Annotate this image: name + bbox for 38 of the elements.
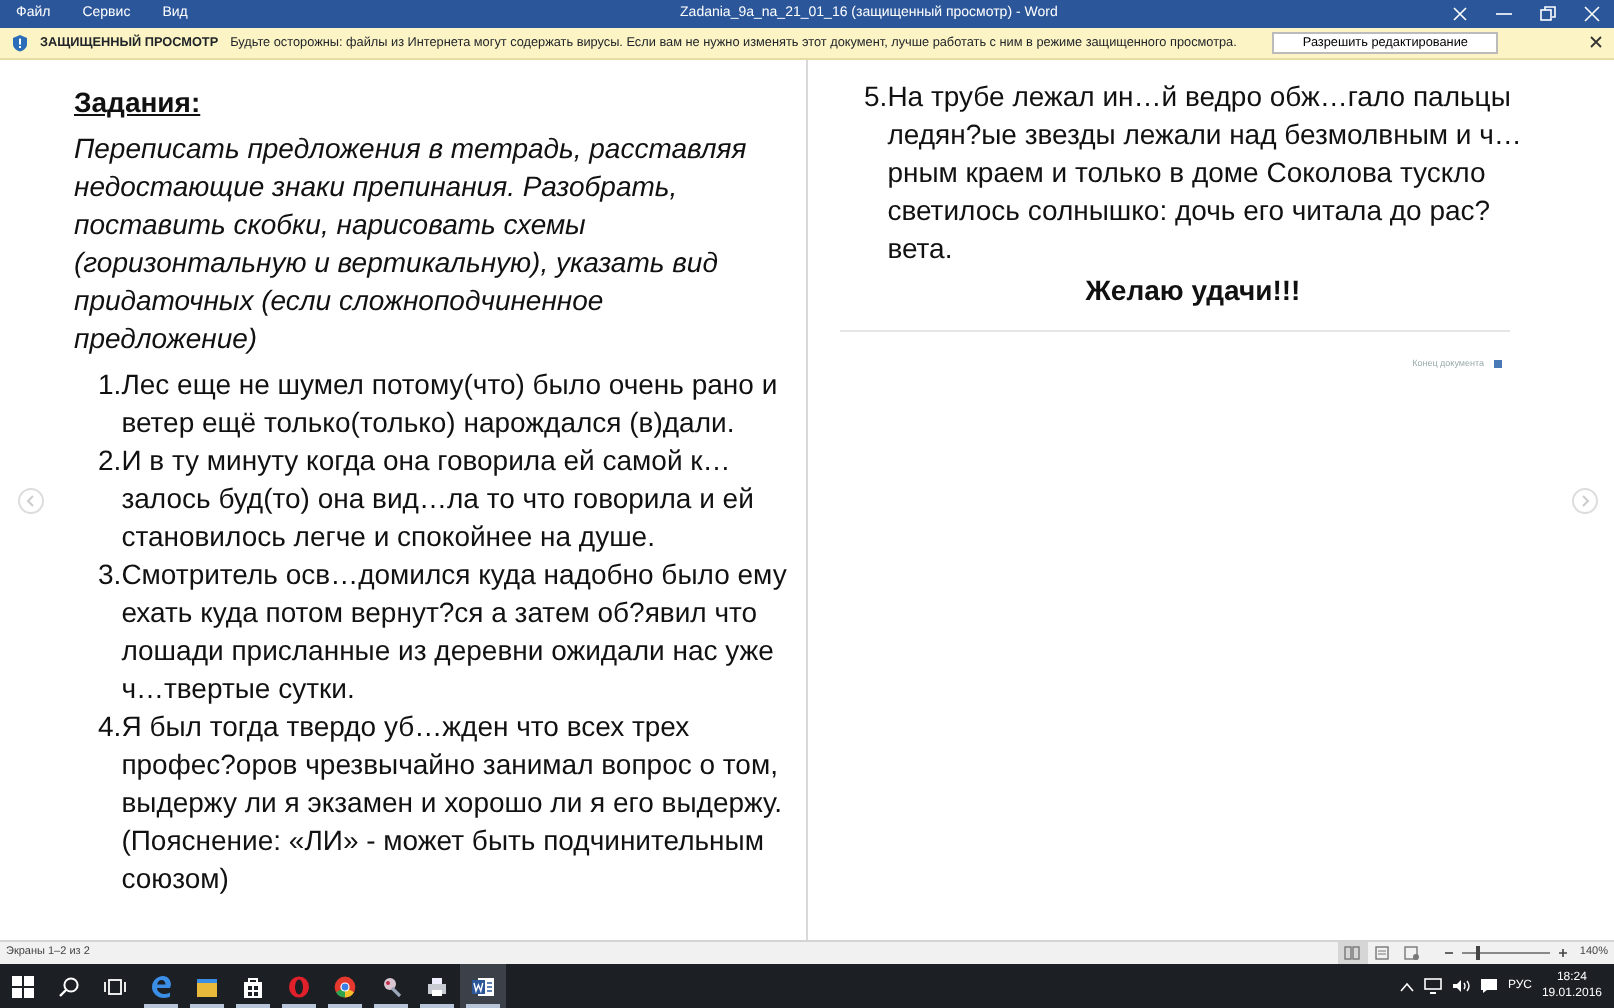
close-icon[interactable] (1590, 36, 1602, 48)
heading: Задания: (74, 84, 201, 122)
windows-start-icon[interactable] (12, 975, 34, 997)
folder-icon[interactable] (196, 975, 218, 997)
closing-text: Желаю удачи!!! (1083, 272, 1303, 310)
printer-icon[interactable] (426, 975, 448, 997)
list-number: 1. (98, 366, 122, 404)
task-view-icon[interactable] (104, 975, 126, 997)
zoom-slider-thumb[interactable] (1475, 946, 1480, 960)
sentence: Я был тогда твердо уб…жден что всех трех профес?оров чрезвычайно занимал вопрос о том, выдержу ли я экзамен и хорошо ли я его выдержу. (Пояснение: «ЛИ» - может быть подчинительным союзом) (121, 708, 785, 898)
print-view-icon (1374, 946, 1391, 960)
opera-browser-icon[interactable] (288, 975, 310, 997)
zoom-in-icon[interactable] (1557, 948, 1568, 958)
browser-icon[interactable] (334, 975, 356, 997)
list-number: 4. (98, 708, 122, 746)
search-icon[interactable] (58, 975, 80, 997)
sentence: На трубе лежал ин…й ведро обж…гало пальцы ледян?ые звезды лежали над безмолвным и ч…рным краем и только в доме Соколова тускло светилось солнышко: дочь его читала до рас?вета. (887, 78, 1522, 268)
read-view-button[interactable] (1337, 942, 1368, 964)
sentence: И в ту минуту когда она говорила ей самой к…залось буд(то) она вид…ла то что говорила и ей становилось легче и спокойнее на душе. (121, 442, 756, 556)
restore-icon[interactable] (1540, 6, 1556, 22)
list-number: 3. (98, 556, 122, 594)
notification-icon[interactable] (1479, 978, 1498, 994)
chevron-up-icon[interactable] (1399, 981, 1414, 991)
sentence: Лес еще не шумел потому(что) было очень рано и ветер ещё только(только) нарождался (в)дали. (121, 366, 780, 442)
word-icon[interactable] (472, 975, 494, 997)
app-icon[interactable] (380, 975, 402, 997)
volume-icon[interactable] (1451, 978, 1470, 994)
zoom-out-icon[interactable] (1443, 948, 1454, 958)
shopping-bag-icon[interactable] (242, 975, 264, 997)
web-view-icon (1404, 946, 1421, 960)
network-icon[interactable] (1423, 978, 1442, 994)
sentence: Смотритель осв…домился куда надобно было ему ехать куда потом вернут?ся а затем об?явил что лошади присланные из деревни ожидали нас уже ч…твертые сутки. (121, 556, 789, 708)
list-number: 2. (98, 442, 122, 480)
shield-icon (12, 34, 28, 52)
read-view-icon (1344, 946, 1361, 960)
instructions-paragraph: Переписать предложения в тетрадь, расставляя недостающие знаки препинания. Разобрать, поставить скобки, нарисовать схемы (горизонтальную и вертикальную), указать вид придаточных (если сложноподчиненное предложение) (74, 130, 749, 358)
end-marker-icon (1494, 359, 1502, 367)
list-number: 5. (864, 78, 888, 116)
